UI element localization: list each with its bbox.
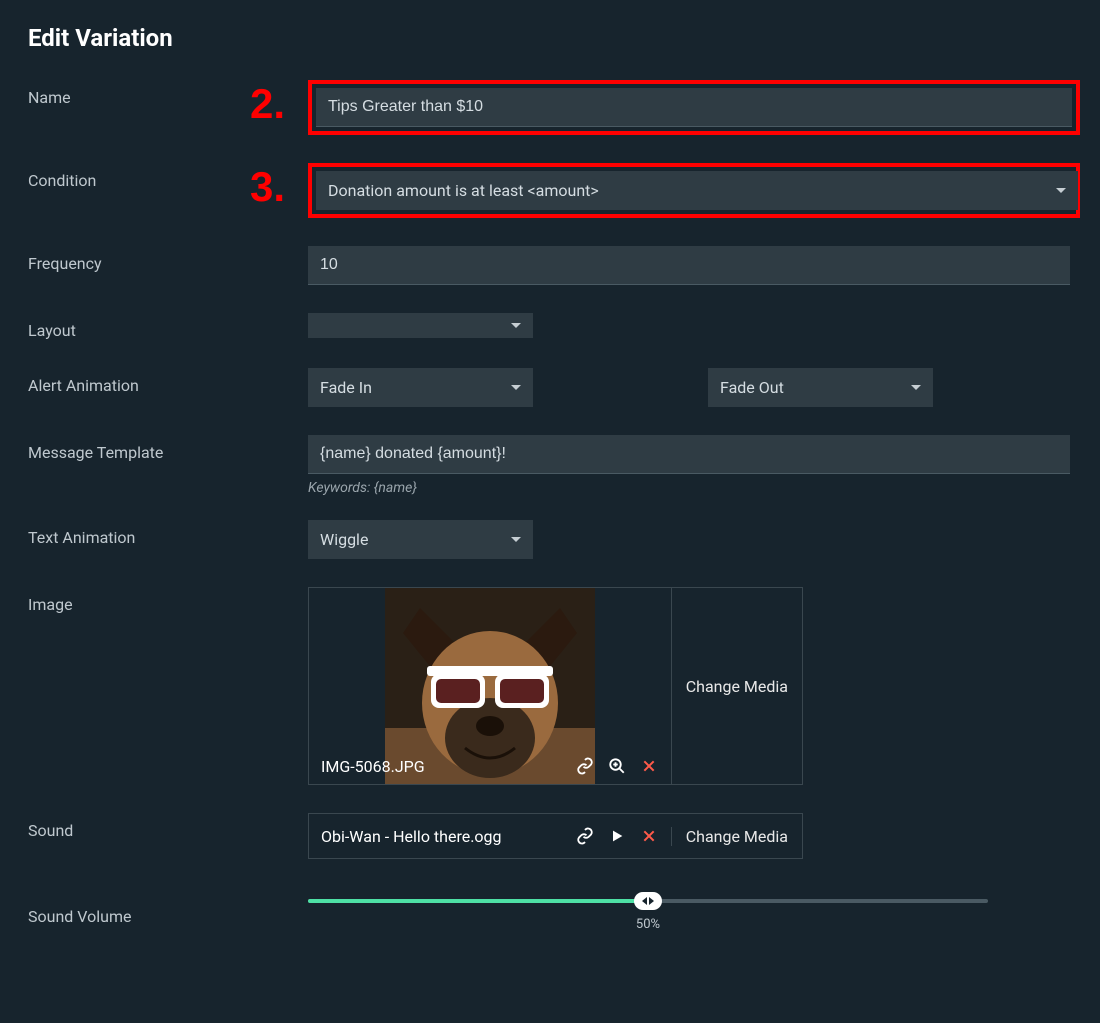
volume-label: Sound Volume bbox=[28, 899, 308, 926]
remove-icon[interactable] bbox=[639, 826, 659, 846]
chevron-down-icon bbox=[1056, 188, 1066, 193]
change-sound-button[interactable]: Change Media bbox=[671, 827, 802, 846]
condition-select[interactable]: Donation amount is at least <amount> bbox=[316, 171, 1078, 210]
row-condition: Condition 3. Donation amount is at least… bbox=[28, 163, 1072, 218]
row-frequency: Frequency bbox=[28, 246, 1072, 285]
row-alert-animation: Alert Animation Fade In Fade Out bbox=[28, 368, 1072, 407]
row-layout: Layout bbox=[28, 313, 1072, 340]
highlight-condition: 3. Donation amount is at least <amount> bbox=[308, 163, 1080, 218]
sound-filename: Obi-Wan - Hello there.ogg bbox=[321, 827, 563, 846]
chevron-down-icon bbox=[511, 537, 521, 542]
alert-out-select[interactable]: Fade Out bbox=[708, 368, 933, 407]
alert-animation-label: Alert Animation bbox=[28, 368, 308, 395]
alert-in-value: Fade In bbox=[320, 378, 372, 397]
step-2-marker: 2. bbox=[250, 80, 285, 128]
text-animation-value: Wiggle bbox=[320, 530, 368, 549]
keywords-hint: Keywords: {name} bbox=[308, 480, 1072, 496]
row-image: Image bbox=[28, 587, 1072, 785]
row-text-animation: Text Animation Wiggle bbox=[28, 520, 1072, 559]
row-sound: Sound Obi-Wan - Hello there.ogg bbox=[28, 813, 1072, 859]
link-icon[interactable] bbox=[575, 756, 595, 776]
chevron-down-icon bbox=[511, 385, 521, 390]
text-animation-select[interactable]: Wiggle bbox=[308, 520, 533, 559]
chevron-down-icon bbox=[911, 385, 921, 390]
condition-value: Donation amount is at least <amount> bbox=[328, 181, 599, 200]
row-name: Name 2. bbox=[28, 80, 1072, 135]
image-filename: IMG-5068.JPG bbox=[321, 757, 575, 776]
message-template-label: Message Template bbox=[28, 435, 308, 462]
volume-value: 50% bbox=[636, 917, 660, 932]
sound-label: Sound bbox=[28, 813, 308, 840]
alert-in-select[interactable]: Fade In bbox=[308, 368, 533, 407]
slider-thumb-icon[interactable] bbox=[634, 892, 662, 910]
step-3-marker: 3. bbox=[250, 163, 285, 211]
page-title: Edit Variation bbox=[28, 24, 1072, 52]
remove-icon[interactable] bbox=[639, 756, 659, 776]
layout-select[interactable] bbox=[308, 313, 533, 338]
name-input[interactable] bbox=[316, 88, 1072, 127]
frequency-input[interactable] bbox=[308, 246, 1070, 285]
row-volume: Sound Volume 50% bbox=[28, 899, 1072, 926]
image-preview bbox=[385, 588, 595, 784]
link-icon[interactable] bbox=[575, 826, 595, 846]
change-image-button[interactable]: Change Media bbox=[671, 588, 802, 784]
image-media-box: IMG-5068.JPG Change Media bbox=[308, 587, 803, 785]
row-message-template: Message Template Keywords: {name} bbox=[28, 435, 1072, 496]
text-animation-label: Text Animation bbox=[28, 520, 308, 547]
zoom-in-icon[interactable] bbox=[607, 756, 627, 776]
volume-slider[interactable]: 50% bbox=[308, 899, 988, 903]
message-template-input[interactable] bbox=[308, 435, 1070, 474]
frequency-label: Frequency bbox=[28, 246, 308, 273]
image-label: Image bbox=[28, 587, 308, 614]
alert-out-value: Fade Out bbox=[720, 378, 784, 397]
highlight-name: 2. bbox=[308, 80, 1080, 135]
layout-label: Layout bbox=[28, 313, 308, 340]
chevron-down-icon bbox=[511, 323, 521, 328]
play-icon[interactable] bbox=[607, 826, 627, 846]
sound-media-box: Obi-Wan - Hello there.ogg Change Media bbox=[308, 813, 803, 859]
